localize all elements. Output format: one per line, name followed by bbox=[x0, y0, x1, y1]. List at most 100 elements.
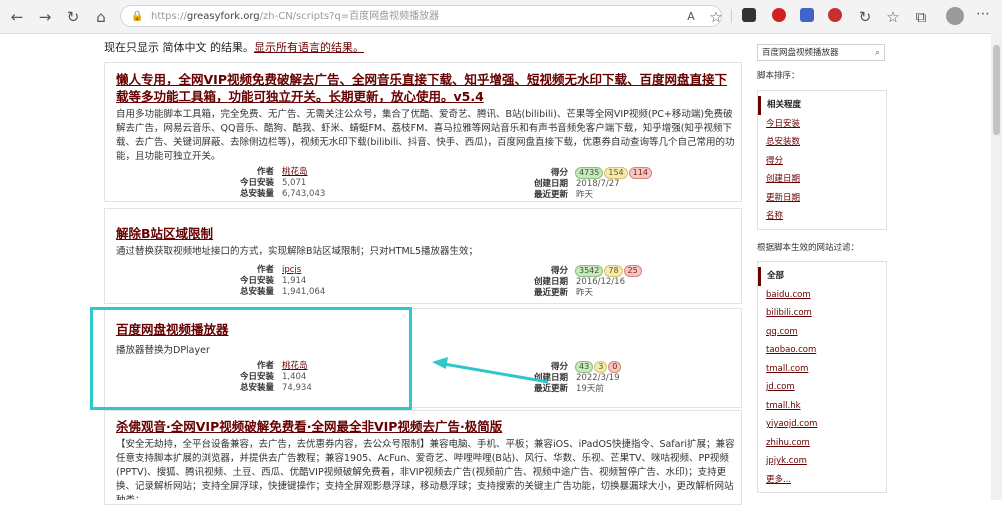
score-label: 得分 bbox=[550, 168, 568, 178]
daily-installs-label: 今日安装 bbox=[239, 178, 274, 188]
daily-installs-value: 1,914 bbox=[282, 276, 307, 286]
updated-label: 最近更新 bbox=[533, 288, 568, 298]
url-path: /zh-CN/scripts?q=百度网盘视频播放器 bbox=[259, 11, 440, 22]
annotation-highlight-box bbox=[90, 307, 412, 410]
daily-installs-label: 今日安装 bbox=[239, 276, 274, 286]
url-host: greasyfork.org bbox=[186, 11, 260, 22]
script-entry: 杀佛观音·全网VIP视频破解免费看·全网最全非VIP视频去广告·极简版 【安全无… bbox=[116, 418, 736, 500]
script-meta-left: 作者 ipcjs 今日安装 1,914 总安装量 1,941,064 bbox=[218, 265, 325, 298]
annotation-arrow-head bbox=[432, 357, 448, 369]
adblock-extension-icon[interactable] bbox=[772, 8, 786, 22]
updated-value: 昨天 bbox=[576, 288, 594, 298]
site-filter-label: 根据脚本生效的网站过滤： bbox=[757, 243, 860, 253]
lock-icon: 🔒 bbox=[131, 11, 144, 22]
score-ok-badge: 78 bbox=[604, 265, 623, 277]
site-filter-item[interactable]: tmall.com bbox=[758, 360, 886, 379]
created-label: 创建日期 bbox=[533, 179, 568, 189]
site-filter-item[interactable]: jpjyk.com bbox=[758, 452, 886, 471]
favorite-star-icon[interactable]: ☆ bbox=[705, 6, 727, 28]
updated-value: 昨天 bbox=[576, 190, 594, 200]
search-icon[interactable]: ⌕ bbox=[875, 45, 880, 62]
author-link[interactable]: ipcjs bbox=[282, 265, 301, 275]
annotation-arrow bbox=[432, 357, 549, 384]
script-description: 通过替换获取视频地址接口的方式，实现解除B站区域限制；只对HTML5播放器生效； bbox=[116, 246, 478, 257]
url-prefix: https:// bbox=[151, 11, 187, 22]
more-menu-icon[interactable]: ⋯ bbox=[976, 6, 990, 22]
profile-avatar[interactable] bbox=[946, 7, 964, 25]
score-good-badge: 4735 bbox=[575, 167, 604, 179]
tampermonkey-extension-icon[interactable] bbox=[800, 8, 814, 22]
scrollbar-thumb[interactable] bbox=[993, 45, 1000, 135]
site-filter-all[interactable]: 全部 bbox=[758, 267, 886, 286]
sidebar-search-value: 百度网盘视频播放器 bbox=[762, 48, 839, 58]
score-good-badge: 3542 bbox=[575, 265, 604, 277]
locale-note: 现在只显示 简体中文 的结果。显示所有语言的结果。 bbox=[104, 39, 364, 55]
favorites-icon[interactable]: ☆ bbox=[882, 6, 904, 28]
site-filter-item[interactable]: taobao.com bbox=[758, 341, 886, 360]
forward-arrow-icon[interactable]: → bbox=[34, 6, 56, 28]
red-extension-icon[interactable] bbox=[828, 8, 842, 22]
sort-option-created[interactable]: 创建日期 bbox=[758, 170, 886, 189]
created-label: 创建日期 bbox=[533, 277, 568, 287]
sidebar-search-input[interactable]: 百度网盘视频播放器 ⌕ bbox=[757, 44, 885, 61]
site-filter-item[interactable]: tmall.hk bbox=[758, 397, 886, 416]
author-label: 作者 bbox=[256, 167, 274, 177]
total-installs-label: 总安装量 bbox=[239, 287, 274, 297]
score-bad-badge: 25 bbox=[623, 265, 642, 277]
updated-value: 19天前 bbox=[576, 384, 604, 394]
site-filter-more[interactable]: 更多... bbox=[758, 471, 886, 490]
sort-options: 相关程度 今日安装 总安装数 得分 创建日期 更新日期 名称 bbox=[757, 90, 887, 230]
author-link[interactable]: 桃花岛 bbox=[282, 167, 308, 177]
script-title-link[interactable]: 杀佛观音·全网VIP视频破解免费看·全网最全非VIP视频去广告·极简版 bbox=[116, 418, 736, 435]
daily-installs-value: 5,071 bbox=[282, 178, 307, 188]
score-label: 得分 bbox=[550, 266, 568, 276]
show-all-languages-link[interactable]: 显示所有语言的结果。 bbox=[254, 41, 364, 54]
script-meta-right: 得分 3542 78 25 创建日期 2016/12/16 最近更新 昨天 bbox=[512, 265, 642, 299]
read-aloud-icon[interactable]: A bbox=[680, 6, 702, 28]
script-entry: 解除B站区域限制 通过替换获取视频地址接口的方式，实现解除B站区域限制；只对HT… bbox=[116, 225, 736, 259]
site-filter-item[interactable]: qq.com bbox=[758, 323, 886, 342]
score-ok-badge: 154 bbox=[604, 167, 628, 179]
script-meta-right: 得分 4735 154 114 创建日期 2018/7/27 最近更新 昨天 bbox=[512, 167, 652, 201]
sort-option-score[interactable]: 得分 bbox=[758, 152, 886, 171]
sort-option-daily-installs[interactable]: 今日安装 bbox=[758, 115, 886, 134]
sort-option-total-installs[interactable]: 总安装数 bbox=[758, 133, 886, 152]
script-title-link[interactable]: 解除B站区域限制 bbox=[116, 225, 736, 242]
script-meta-left: 作者 桃花岛 今日安装 5,071 总安装量 6,743,043 bbox=[218, 167, 325, 200]
script-entry: 懒人专用，全网VIP视频免费破解去广告、全网音乐直接下载、知乎增强、短视频无水印… bbox=[116, 71, 736, 164]
site-filter-item[interactable]: baidu.com bbox=[758, 286, 886, 305]
sort-label: 脚本排序： bbox=[757, 71, 800, 81]
sort-option-relevance[interactable]: 相关程度 bbox=[758, 96, 886, 115]
total-installs-value: 1,941,064 bbox=[282, 287, 326, 297]
locale-note-text: 现在只显示 简体中文 的结果。 bbox=[104, 41, 254, 54]
address-bar[interactable]: 🔒 https://greasyfork.org/zh-CN/scripts?q… bbox=[120, 5, 722, 27]
created-value: 2022/3/19 bbox=[576, 373, 620, 383]
back-arrow-icon[interactable]: ← bbox=[6, 6, 28, 28]
sort-option-name[interactable]: 名称 bbox=[758, 207, 886, 226]
score-bad-badge: 114 bbox=[628, 167, 652, 179]
browser-toolbar: ← → ↻ ⌂ 🔒 https://greasyfork.org/zh-CN/s… bbox=[0, 0, 1002, 34]
score-ok-badge: 3 bbox=[594, 361, 608, 373]
reload-icon[interactable]: ↻ bbox=[62, 6, 84, 28]
script-description: 自用多功能脚本工具箱，完全免费、无广告、无需关注公众号，集合了优酷、爱奇艺、腾讯… bbox=[116, 109, 735, 162]
sort-option-updated[interactable]: 更新日期 bbox=[758, 189, 886, 208]
page-scrollbar[interactable] bbox=[991, 33, 1002, 500]
created-value: 2016/12/16 bbox=[576, 277, 625, 287]
updated-label: 最近更新 bbox=[533, 190, 568, 200]
toolbar-divider bbox=[731, 9, 732, 23]
site-filter-item[interactable]: yiyaojd.com bbox=[758, 415, 886, 434]
home-icon[interactable]: ⌂ bbox=[90, 6, 112, 28]
collections-icon[interactable]: ⧉ bbox=[910, 6, 932, 28]
site-filter-options: 全部 baidu.com bilibili.com qq.com taobao.… bbox=[757, 261, 887, 493]
score-bad-badge: 0 bbox=[608, 361, 622, 373]
script-title-link[interactable]: 懒人专用，全网VIP视频免费破解去广告、全网音乐直接下载、知乎增强、短视频无水印… bbox=[116, 71, 736, 105]
score-good-badge: 43 bbox=[575, 361, 594, 373]
total-installs-value: 6,743,043 bbox=[282, 189, 326, 199]
site-filter-item[interactable]: jd.com bbox=[758, 378, 886, 397]
extensions-puzzle-icon[interactable]: ↻ bbox=[854, 6, 876, 28]
site-filter-item[interactable]: zhihu.com bbox=[758, 434, 886, 453]
extension-icon[interactable] bbox=[742, 8, 756, 22]
author-label: 作者 bbox=[256, 265, 274, 275]
created-value: 2018/7/27 bbox=[576, 179, 620, 189]
site-filter-item[interactable]: bilibili.com bbox=[758, 304, 886, 323]
